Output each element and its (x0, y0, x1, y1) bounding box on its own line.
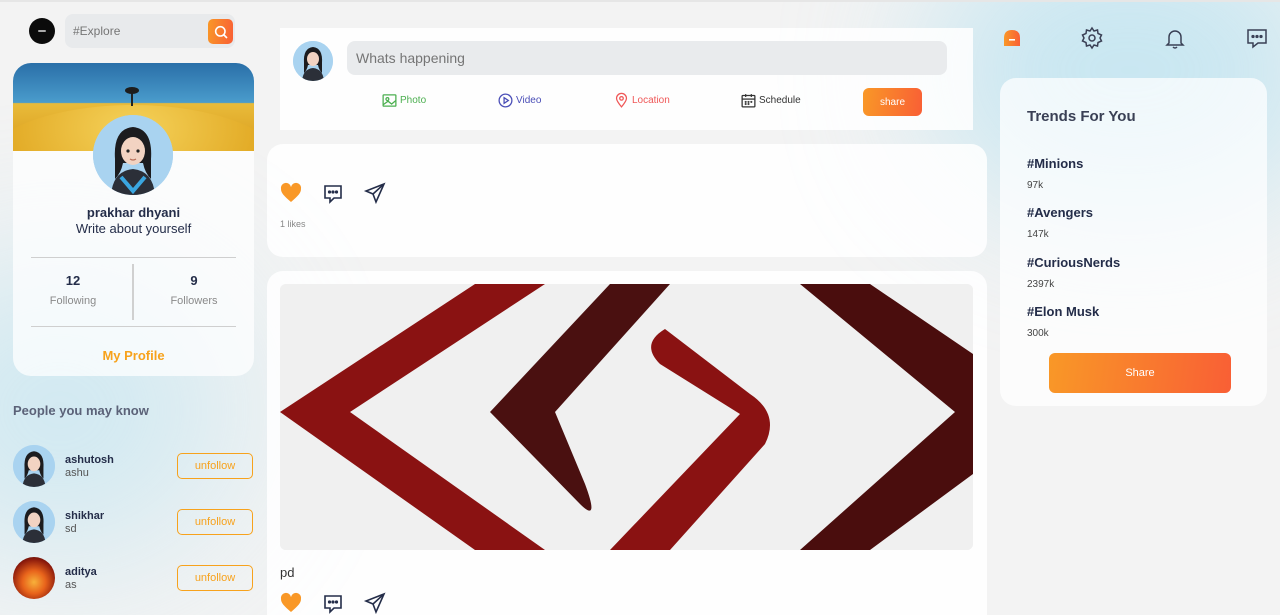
trends-share-button[interactable]: Share (1049, 353, 1231, 393)
trend-item[interactable]: #Minions 97k (1027, 156, 1083, 191)
followers-count: 9 (190, 273, 198, 288)
share-button[interactable]: share (863, 88, 922, 116)
trend-count: 97k (1027, 180, 1044, 191)
logo-search-row (13, 14, 254, 48)
comment-icon[interactable] (321, 181, 345, 205)
avatar-girl-icon (13, 445, 55, 487)
post-reactions (279, 181, 387, 205)
comment-icon[interactable] (321, 591, 345, 615)
user-name: ashutosh (65, 453, 114, 466)
list-item: aditya as unfollow (13, 550, 254, 606)
following-stat[interactable]: 12 Following (13, 273, 133, 307)
post-caption: pd (280, 565, 295, 580)
send-icon[interactable] (363, 181, 387, 205)
profile-avatar (93, 115, 173, 195)
followers-stat[interactable]: 9 Followers (134, 273, 254, 307)
user-handle: sd (65, 522, 77, 535)
user-handle: ashu (65, 466, 89, 479)
trend-tag: #Minions (1027, 156, 1084, 171)
post-reactions (279, 591, 387, 615)
trend-item[interactable]: #Avengers 147k (1027, 205, 1093, 240)
my-profile-link[interactable]: My Profile (13, 348, 254, 363)
location-option[interactable]: Location (613, 92, 670, 109)
post-share-box: Photo Video Location Schedule share (280, 28, 973, 130)
app-logo[interactable] (29, 18, 55, 44)
top-nav (1000, 26, 1267, 52)
video-icon (498, 93, 513, 108)
heart-icon[interactable] (279, 181, 303, 205)
user-info: shikhar sd (65, 510, 104, 535)
photo-option[interactable]: Photo (381, 92, 426, 109)
trend-item[interactable]: #CuriousNerds 2397k (1027, 255, 1120, 290)
tree-illustration (123, 83, 141, 107)
location-icon (615, 92, 628, 108)
unfollow-button[interactable]: unfollow (177, 453, 253, 479)
calendar-icon (741, 94, 756, 108)
trend-tag: #Avengers (1027, 205, 1093, 220)
likes-count: 1 likes (280, 219, 306, 229)
profile-card: prakhar dhyani Write about yourself 12 F… (13, 63, 254, 376)
trend-tag: #Elon Musk (1027, 304, 1100, 319)
post-input[interactable] (347, 41, 947, 75)
user-handle: as (65, 578, 77, 591)
heart-icon[interactable] (279, 591, 303, 615)
schedule-option[interactable]: Schedule (740, 92, 801, 109)
following-count: 12 (65, 273, 81, 288)
user-info: aditya as (65, 566, 97, 591)
avatar (293, 41, 333, 81)
avatar-girl-icon (93, 115, 173, 195)
unfollow-button[interactable]: unfollow (177, 565, 253, 591)
unfollow-button[interactable]: unfollow (177, 509, 253, 535)
avatar[interactable] (13, 557, 55, 599)
brand-logo-image (280, 284, 973, 550)
people-you-may-know-title: People you may know (13, 403, 149, 418)
following-label: Following (49, 295, 97, 307)
photo-icon (382, 94, 397, 107)
video-label: Video (516, 95, 542, 106)
trend-count: 300k (1027, 328, 1049, 339)
followers-label: Followers (170, 295, 218, 307)
divider (31, 257, 236, 258)
avatar[interactable] (13, 501, 55, 543)
list-item: ashutosh ashu unfollow (13, 438, 254, 494)
profile-name: prakhar dhyani (86, 205, 181, 220)
trends-title: Trends For You (1027, 108, 1136, 125)
settings-icon[interactable] (1080, 26, 1104, 50)
post-image (280, 284, 973, 550)
search-input[interactable] (73, 24, 203, 38)
search-icon (214, 25, 228, 39)
video-option[interactable]: Video (497, 92, 541, 109)
home-icon[interactable] (1000, 26, 1024, 50)
list-item: shikhar sd unfollow (13, 494, 254, 550)
people-list: ashutosh ashu unfollow shikhar sd unfoll… (13, 438, 254, 606)
schedule-label: Schedule (759, 95, 801, 106)
user-name: aditya (65, 565, 97, 578)
notifications-icon[interactable] (1163, 26, 1187, 50)
trend-tag: #CuriousNerds (1027, 255, 1121, 270)
photo-label: Photo (400, 95, 427, 106)
post-card: pd (267, 271, 987, 615)
trend-count: 2397k (1027, 279, 1055, 290)
profile-bio: Write about yourself (75, 221, 192, 236)
search-button[interactable] (208, 19, 233, 44)
avatar-girl-icon (13, 501, 55, 543)
user-info: ashutosh ashu (65, 454, 114, 479)
location-label: Location (632, 95, 670, 106)
trends-card: Trends For You #Minions 97k #Avengers 14… (1000, 78, 1267, 406)
avatar[interactable] (13, 445, 55, 487)
send-icon[interactable] (363, 591, 387, 615)
trend-item[interactable]: #Elon Musk 300k (1027, 304, 1099, 339)
user-name: shikhar (65, 509, 105, 522)
search-bar (65, 14, 235, 48)
divider (31, 326, 236, 327)
left-column: prakhar dhyani Write about yourself 12 F… (13, 14, 254, 606)
post-card: 1 likes (267, 144, 987, 257)
trend-count: 147k (1027, 229, 1049, 240)
avatar-girl-icon (293, 41, 333, 81)
messages-icon[interactable] (1245, 26, 1269, 50)
